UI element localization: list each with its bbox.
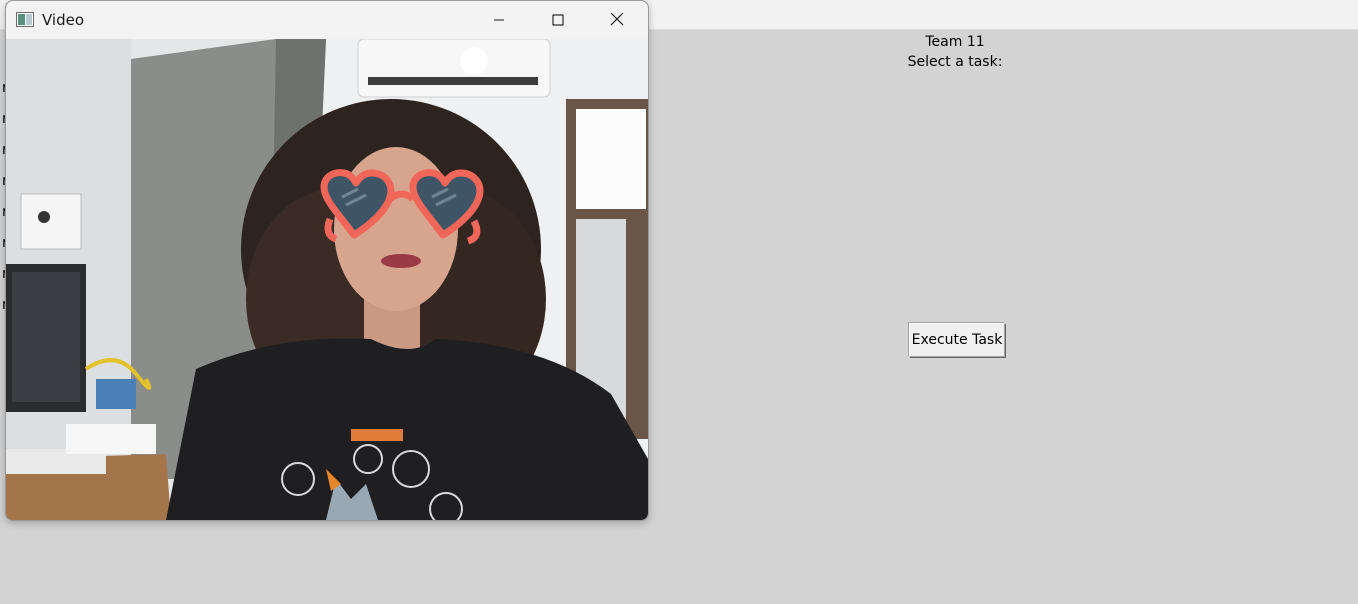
- video-window-titlebar[interactable]: Video: [6, 1, 648, 39]
- minimize-button[interactable]: [470, 1, 528, 39]
- maximize-icon: [552, 11, 564, 30]
- maximize-button[interactable]: [529, 1, 587, 39]
- task-prompt-label: Select a task:: [907, 54, 1003, 70]
- minimize-icon: [493, 11, 505, 30]
- execute-task-button[interactable]: Execute Task: [909, 323, 1005, 357]
- close-icon: [610, 11, 624, 30]
- window-title: Video: [42, 11, 85, 29]
- close-button[interactable]: [588, 1, 646, 39]
- team-label: Team 11: [925, 34, 985, 50]
- webcam-feed: [6, 39, 648, 520]
- video-window: Video: [5, 0, 649, 521]
- app-icon: [16, 12, 34, 27]
